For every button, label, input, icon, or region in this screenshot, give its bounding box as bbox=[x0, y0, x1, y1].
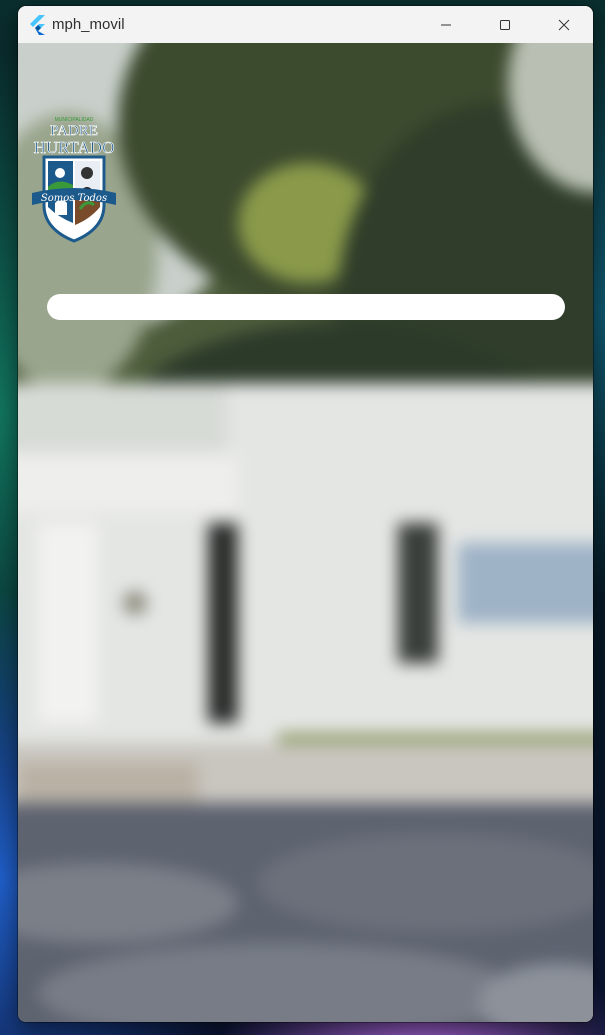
maximize-button[interactable] bbox=[475, 6, 534, 43]
logo-slogan: Somos Todos bbox=[41, 193, 107, 204]
window-controls bbox=[416, 6, 593, 43]
municipality-logo: Somos Todos MUNICIPALIDAD PADRE HURTADO bbox=[32, 117, 116, 243]
title-bar[interactable]: mph_movil bbox=[18, 6, 593, 43]
app-window: mph_movil Somos Todos MUNICIPALIDAD PADR… bbox=[18, 6, 593, 1022]
minimize-button[interactable] bbox=[416, 6, 475, 43]
app-content: Somos Todos MUNICIPALIDAD PADRE HURTADO bbox=[18, 43, 593, 1022]
search-input[interactable] bbox=[47, 294, 565, 320]
close-button[interactable] bbox=[534, 6, 593, 43]
maximize-icon bbox=[499, 19, 510, 30]
close-icon bbox=[558, 19, 569, 30]
logo-line2: HURTADO bbox=[34, 138, 115, 157]
flutter-app-icon bbox=[30, 14, 45, 35]
minimize-icon bbox=[440, 24, 451, 25]
logo-line1: PADRE bbox=[50, 123, 98, 139]
window-title: mph_movil bbox=[52, 16, 125, 33]
